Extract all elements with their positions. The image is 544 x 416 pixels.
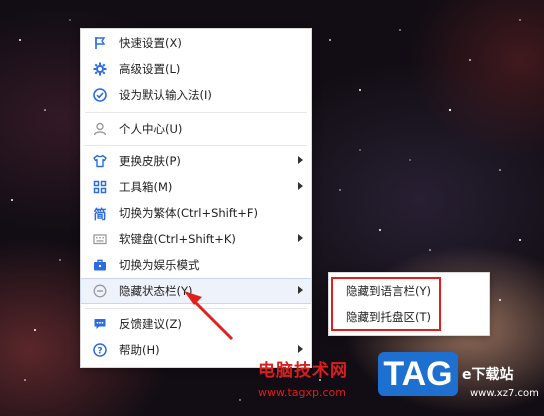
watermark-site-url: www.tagxp.com [258, 386, 346, 399]
tag-logo: TAG [378, 352, 458, 396]
watermark-right-text: e下载站 [462, 367, 514, 383]
annotation-arrow [184, 291, 234, 341]
watermark-right-url: www.xz7.com [470, 388, 539, 399]
watermark-site-name: 电脑技术网 [258, 361, 348, 381]
